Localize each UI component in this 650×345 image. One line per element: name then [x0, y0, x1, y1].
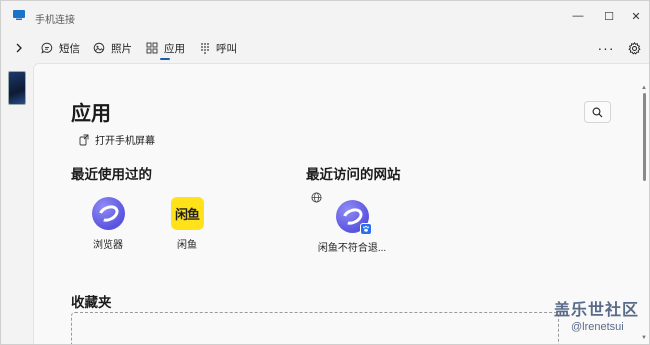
browser-icon: [91, 197, 125, 230]
chat-icon: [41, 42, 53, 54]
open-phone-screen-label: 打开手机屏幕: [95, 136, 155, 147]
close-button[interactable]: ✕: [621, 1, 649, 31]
minimize-button[interactable]: —: [563, 1, 593, 31]
recent-apps-title: 最近使用过的: [71, 167, 152, 182]
dialpad-icon: [201, 43, 209, 54]
search-apps-button[interactable]: [584, 101, 611, 123]
site-icon: [335, 200, 372, 235]
selected-tab-indicator: [160, 58, 170, 60]
nav-bar: 短信 照片 应用 呼叫: [1, 33, 649, 63]
window-title: 手机连接: [35, 15, 75, 26]
app-tile-xianyu[interactable]: 闲鱼 闲鱼: [152, 197, 222, 251]
gear-icon: [627, 41, 641, 55]
tab-label: 照片: [111, 42, 132, 55]
phone-link-window: 手机连接 — ☐ ✕ 短信 照片 应用 呼叫 ··· 应用 打开手机屏幕 最近使…: [0, 0, 650, 345]
search-icon: [592, 107, 603, 117]
tab-photos[interactable]: 照片: [93, 39, 132, 57]
favorites-drop-area[interactable]: [71, 312, 559, 344]
tab-label: 短信: [59, 42, 80, 55]
photo-icon: [93, 42, 105, 54]
paw-badge-icon: [359, 223, 372, 235]
favorites-title: 收藏夹: [71, 295, 112, 310]
app-tile-label: 浏览器: [93, 240, 123, 251]
watermark-community: 盖乐世社区: [554, 302, 640, 319]
page-title: 应用: [71, 103, 111, 125]
phone-link-app-icon: [13, 10, 25, 20]
vertical-scrollbar-thumb[interactable]: [643, 93, 646, 181]
settings-button[interactable]: [625, 39, 643, 57]
watermark-handle: @lrenetsui: [571, 321, 624, 333]
open-external-icon: [79, 134, 89, 145]
left-rail: [1, 63, 33, 344]
open-phone-screen-link[interactable]: 打开手机屏幕: [79, 132, 155, 147]
tab-label: 应用: [164, 42, 185, 55]
app-tile-browser[interactable]: 浏览器: [73, 197, 143, 251]
tab-label: 呼叫: [216, 42, 237, 55]
chevron-right-icon: [16, 43, 22, 53]
site-tile-label: 闲鱼不符合退...: [317, 243, 387, 254]
recent-sites-title: 最近访问的网站: [306, 167, 401, 182]
scroll-down-arrow[interactable]: ▼: [641, 335, 647, 341]
tab-calls[interactable]: 呼叫: [200, 39, 237, 57]
site-tile-xianyu[interactable]: 闲鱼不符合退...: [307, 200, 397, 254]
title-bar: 手机连接 — ☐ ✕: [1, 1, 649, 33]
more-options-button[interactable]: ···: [597, 39, 615, 57]
scroll-up-arrow[interactable]: ▲: [641, 85, 647, 91]
maximize-button[interactable]: ☐: [594, 1, 624, 31]
phone-screen-thumbnail[interactable]: [8, 71, 26, 105]
expand-sidebar-button[interactable]: [11, 40, 27, 56]
apps-icon: [146, 42, 158, 54]
app-tile-label: 闲鱼: [177, 240, 197, 251]
xianyu-icon: 闲鱼: [170, 197, 204, 230]
tab-apps[interactable]: 应用: [146, 39, 185, 57]
tab-messages[interactable]: 短信: [41, 39, 80, 57]
